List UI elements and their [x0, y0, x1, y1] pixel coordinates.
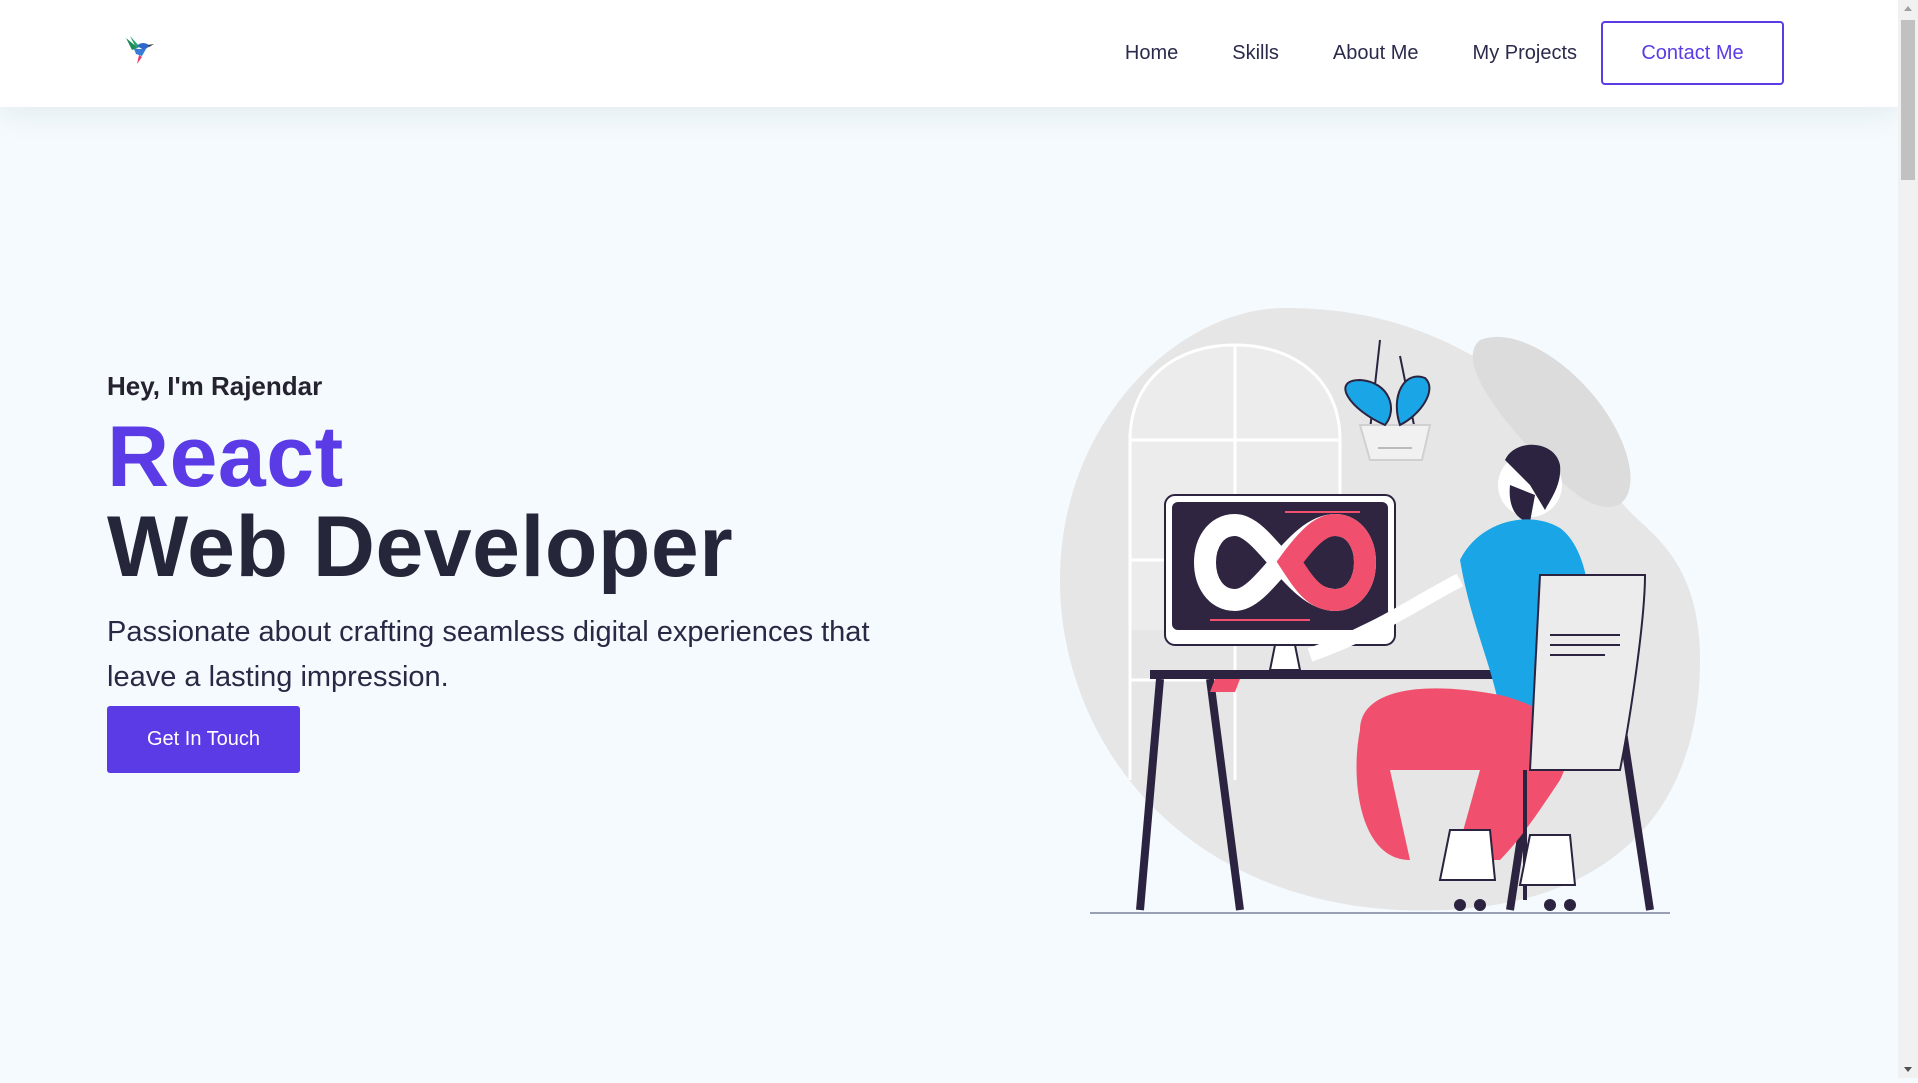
developer-at-desk-illustration	[1060, 300, 1710, 920]
greeting: Hey, I'm Rajendar	[107, 371, 323, 401]
scroll-up-arrow-icon[interactable]	[1898, 0, 1918, 18]
page: Home Skills About Me My Projects Contact…	[0, 0, 1898, 1078]
site-header: Home Skills About Me My Projects Contact…	[0, 0, 1898, 107]
hero-text: Hey, I'm Rajendar React Web Developer Pa…	[107, 360, 907, 773]
nav-about-me[interactable]: About Me	[1333, 18, 1419, 88]
scroll-down-arrow-icon[interactable]	[1898, 1060, 1918, 1078]
contact-me-button[interactable]: Contact Me	[1601, 21, 1784, 85]
hero-title-accent: React	[107, 409, 344, 505]
nav-skills[interactable]: Skills	[1232, 18, 1279, 88]
get-in-touch-button[interactable]: Get In Touch	[107, 706, 300, 773]
logo-link[interactable]	[120, 32, 156, 68]
hero-title-main: Web Developer	[107, 499, 734, 595]
hero-description: Passionate about crafting seamless digit…	[107, 616, 870, 693]
main-nav: Home Skills About Me My Projects Contact…	[1125, 18, 1784, 88]
page-scrollbar[interactable]	[1898, 0, 1918, 1078]
nav-my-projects[interactable]: My Projects	[1473, 18, 1577, 88]
scrollbar-thumb[interactable]	[1901, 20, 1915, 180]
hummingbird-icon	[126, 36, 154, 64]
nav-home[interactable]: Home	[1125, 18, 1178, 88]
